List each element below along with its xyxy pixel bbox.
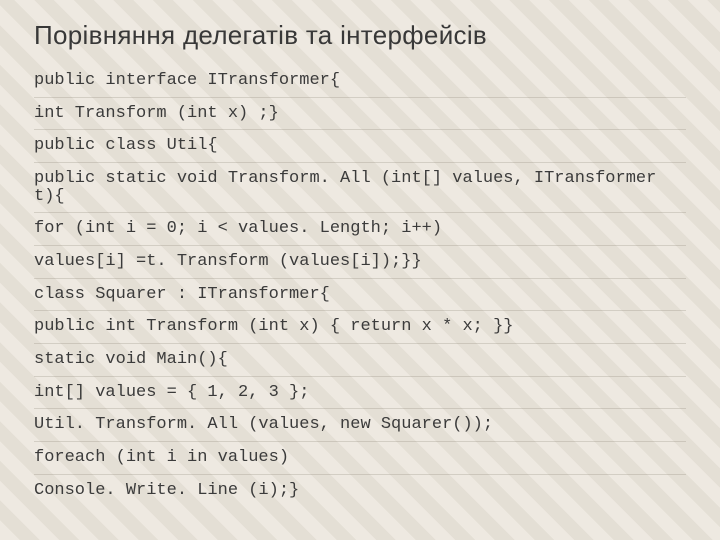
code-line: static void Main(){ (34, 344, 686, 377)
code-line: public int Transform (int x) { return x … (34, 311, 686, 344)
code-line: values[i] =t. Transform (values[i]);}} (34, 246, 686, 279)
code-line: Console. Write. Line (i);} (34, 475, 686, 507)
code-line: foreach (int i in values) (34, 442, 686, 475)
code-line: int[] values = { 1, 2, 3 }; (34, 377, 686, 410)
code-line: public static void Transform. All (int[]… (34, 163, 686, 213)
code-line: Util. Transform. All (values, new Square… (34, 409, 686, 442)
code-line: class Squarer : ITransformer{ (34, 279, 686, 312)
slide-title: Порівняння делегатів та інтерфейсів (34, 20, 686, 51)
code-line: int Transform (int x) ;} (34, 98, 686, 131)
code-block: public interface ITransformer{ int Trans… (34, 65, 686, 506)
code-line: public interface ITransformer{ (34, 65, 686, 98)
slide: Порівняння делегатів та інтерфейсів publ… (0, 0, 720, 540)
code-line: for (int i = 0; i < values. Length; i++) (34, 213, 686, 246)
code-line: public class Util{ (34, 130, 686, 163)
